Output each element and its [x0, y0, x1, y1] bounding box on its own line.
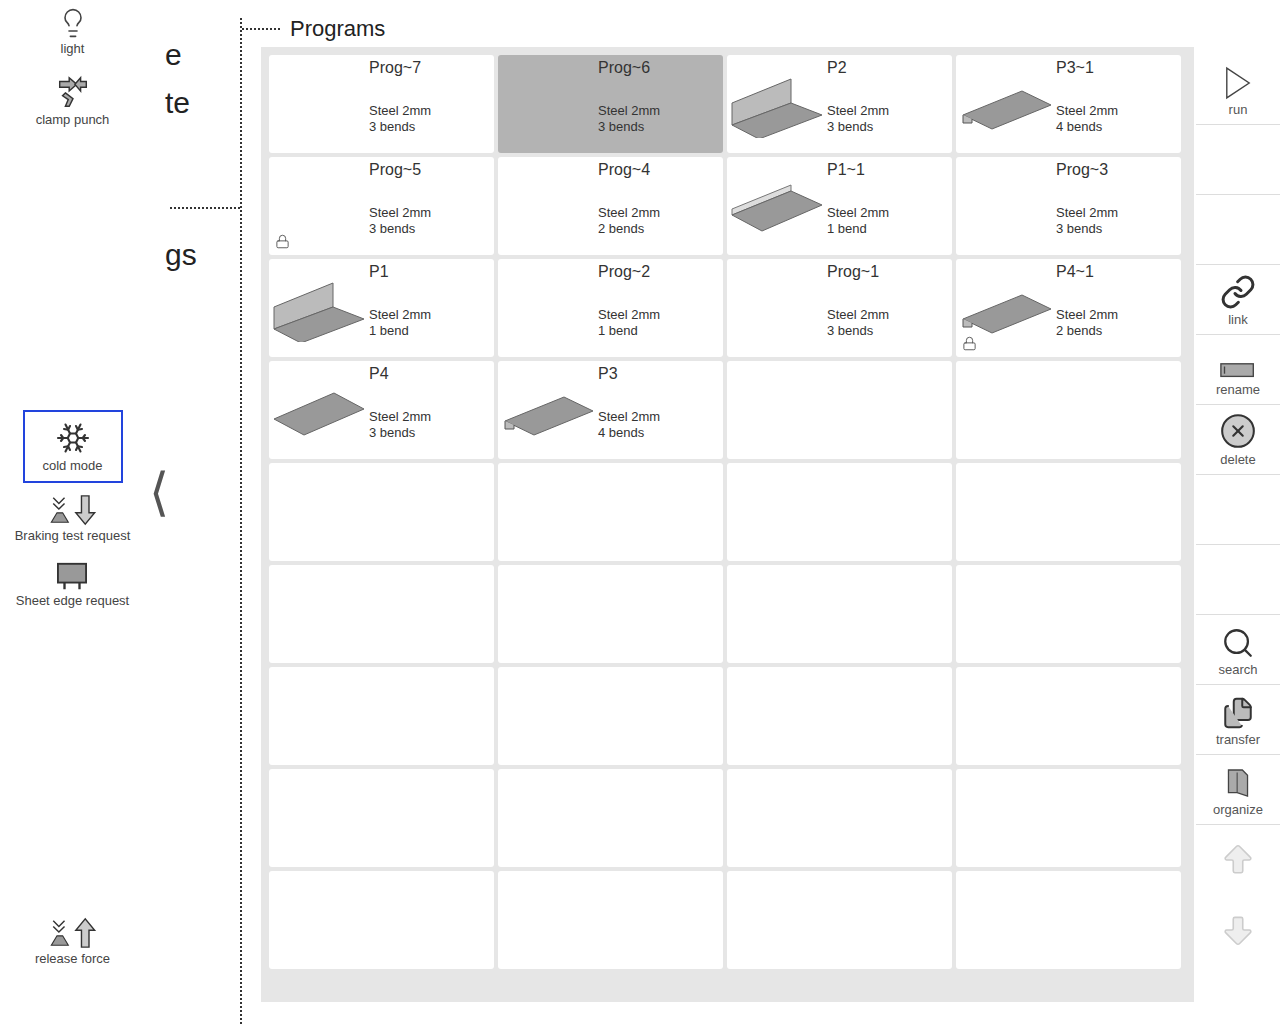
program-card[interactable]: Prog~4Steel 2mm2 bends	[498, 157, 723, 255]
empty-slot[interactable]	[269, 463, 494, 561]
empty-slot[interactable]	[727, 565, 952, 663]
part-preview-icon	[271, 379, 366, 444]
snowflake-icon	[55, 420, 91, 456]
toolbar-spacer	[1196, 545, 1280, 615]
empty-slot[interactable]	[727, 871, 952, 969]
program-card[interactable]: Prog~1Steel 2mm3 bends	[727, 259, 952, 357]
search-icon	[1221, 626, 1255, 660]
programs-grid: Prog~7Steel 2mm3 bendsProg~6Steel 2mm3 b…	[261, 47, 1194, 1002]
programs-area: Programs Prog~7Steel 2mm3 bendsProg~6Stee…	[240, 18, 1280, 1024]
empty-slot[interactable]	[956, 463, 1181, 561]
part-preview-icon	[729, 175, 824, 240]
empty-slot[interactable]	[956, 769, 1181, 867]
empty-slot[interactable]	[956, 871, 1181, 969]
program-card[interactable]: P4~1Steel 2mm2 bends	[956, 259, 1181, 357]
empty-slot[interactable]	[498, 871, 723, 969]
scroll-down-button[interactable]	[1196, 895, 1280, 965]
folder-icon	[1225, 766, 1251, 800]
delete-icon	[1219, 412, 1257, 450]
lock-icon	[275, 234, 290, 249]
tool-button[interactable]: Sheet edge request	[0, 555, 145, 615]
empty-slot[interactable]	[727, 361, 952, 459]
program-card[interactable]: P1~1Steel 2mm1 bend	[727, 157, 952, 255]
tool-button[interactable]: cold mode	[0, 410, 145, 483]
panel-title: Programs	[290, 17, 385, 41]
program-card[interactable]: P3Steel 2mm4 bends	[498, 361, 723, 459]
link-button[interactable]: link	[1196, 265, 1280, 335]
lightbulb-icon	[57, 7, 89, 39]
program-card[interactable]: Prog~6Steel 2mm3 bends	[498, 55, 723, 153]
release-force-icon	[49, 917, 97, 949]
empty-slot[interactable]	[956, 565, 1181, 663]
program-card[interactable]: Prog~3Steel 2mm3 bends	[956, 157, 1181, 255]
search-button[interactable]: search	[1196, 615, 1280, 685]
empty-slot[interactable]	[498, 565, 723, 663]
app: light clamp punch cold modeBraking test re…	[0, 0, 1280, 1024]
empty-slot[interactable]	[498, 667, 723, 765]
empty-slot[interactable]	[727, 769, 952, 867]
panel-header: Programs	[242, 18, 1280, 40]
arrow-up-icon	[1219, 841, 1257, 879]
rename-button[interactable]: rename	[1196, 335, 1280, 405]
tool-button[interactable]: light	[0, 2, 145, 62]
empty-slot[interactable]	[269, 769, 494, 867]
collapse-button[interactable]: ⟨	[149, 462, 169, 522]
empty-slot[interactable]	[269, 667, 494, 765]
link-icon	[1220, 274, 1256, 310]
tool-column: light clamp punch cold modeBraking test re…	[0, 0, 145, 1024]
transfer-button[interactable]: transfer	[1196, 685, 1280, 755]
program-card[interactable]: P1Steel 2mm1 bend	[269, 259, 494, 357]
delete-button[interactable]: delete	[1196, 405, 1280, 475]
program-card[interactable]: P4Steel 2mm3 bends	[269, 361, 494, 459]
toolbar-spacer	[1196, 475, 1280, 545]
arrow-down-icon	[1219, 911, 1257, 949]
part-preview-icon	[958, 277, 1053, 342]
braking-test-icon	[49, 494, 97, 526]
empty-slot[interactable]	[269, 871, 494, 969]
empty-slot[interactable]	[727, 463, 952, 561]
program-card[interactable]: Prog~2Steel 2mm1 bend	[498, 259, 723, 357]
run-button[interactable]: run	[1196, 55, 1280, 125]
background-text: te	[165, 86, 190, 120]
lock-icon	[962, 336, 977, 351]
part-preview-icon	[500, 379, 595, 444]
play-icon	[1224, 66, 1252, 100]
part-preview-icon	[958, 73, 1053, 138]
left-area: light clamp punch cold modeBraking test re…	[0, 0, 240, 1024]
part-preview-icon	[729, 73, 824, 138]
background-text: gs	[165, 238, 197, 272]
tool-button[interactable]: Braking test request	[0, 489, 145, 549]
files-icon	[1221, 696, 1255, 730]
empty-slot[interactable]	[956, 667, 1181, 765]
toolbar-spacer	[1196, 195, 1280, 265]
empty-slot[interactable]	[269, 565, 494, 663]
program-card[interactable]: Prog~5Steel 2mm3 bends	[269, 157, 494, 255]
background-panel: e te gs ⟨	[145, 0, 240, 1024]
program-card[interactable]: P2Steel 2mm3 bends	[727, 55, 952, 153]
scroll-up-button[interactable]	[1196, 825, 1280, 895]
organize-button[interactable]: organize	[1196, 755, 1280, 825]
clamp-icon	[54, 72, 92, 110]
empty-slot[interactable]	[956, 361, 1181, 459]
toolbar-spacer	[1196, 125, 1280, 195]
program-card[interactable]: P3~1Steel 2mm4 bends	[956, 55, 1181, 153]
empty-slot[interactable]	[498, 463, 723, 561]
background-text: e	[165, 38, 182, 72]
empty-slot[interactable]	[727, 667, 952, 765]
empty-slot[interactable]	[498, 769, 723, 867]
part-preview-icon	[271, 277, 366, 342]
program-card[interactable]: Prog~7Steel 2mm3 bends	[269, 55, 494, 153]
right-toolbar: run linkrenamedelete searchtransferorganiz…	[1194, 47, 1280, 1002]
tool-button[interactable]: clamp punch	[0, 70, 145, 130]
rename-icon	[1219, 362, 1257, 380]
divider-line	[170, 207, 240, 209]
sheet-edge-icon	[55, 561, 89, 591]
tool-button[interactable]: release force	[0, 912, 145, 972]
